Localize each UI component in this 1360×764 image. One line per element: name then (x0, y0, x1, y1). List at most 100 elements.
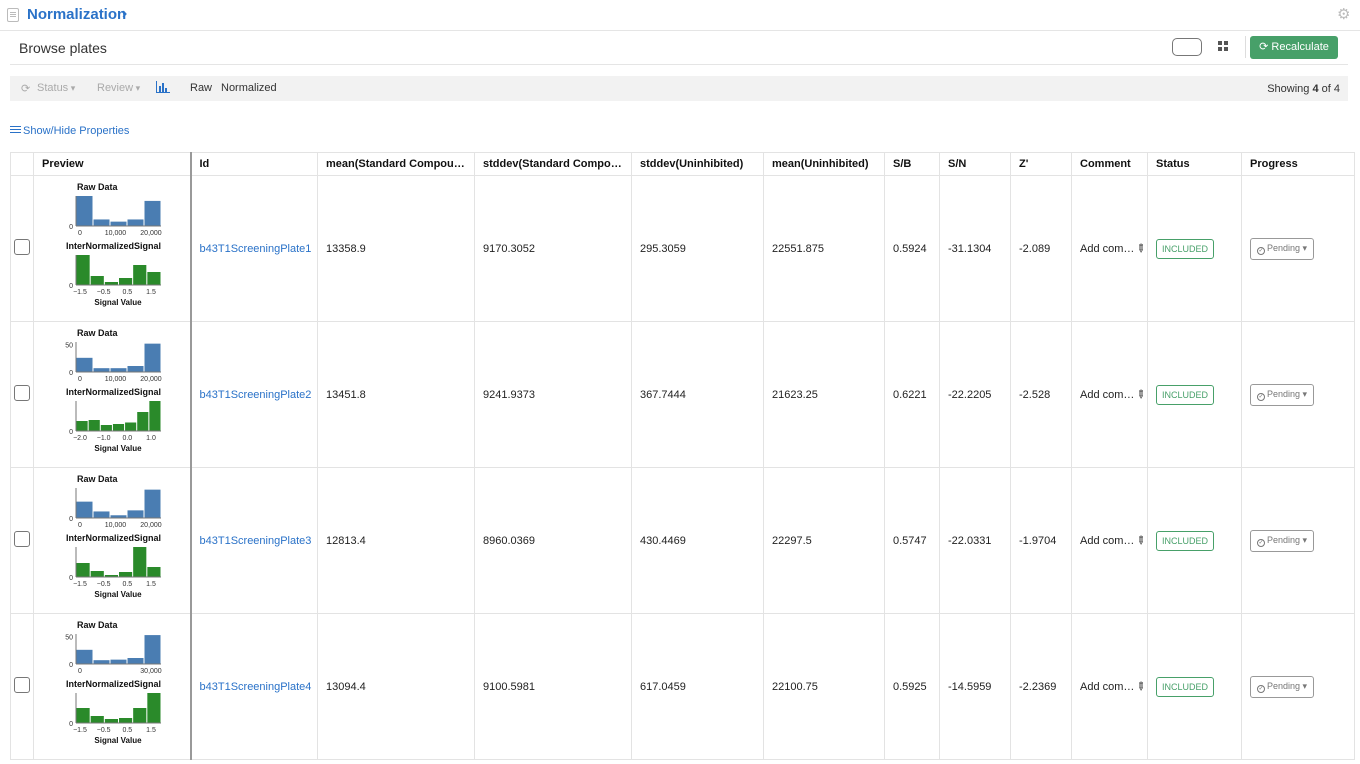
normalized-mode-button[interactable]: Normalized (221, 82, 277, 94)
id-cell[interactable]: b43T1ScreeningPlate4 (190, 613, 318, 760)
progress-dropdown[interactable]: ✓ Pending ▾ (1250, 675, 1315, 698)
z-cell: -2.528 (1010, 321, 1072, 468)
histogram-bar (127, 366, 144, 372)
comment-cell[interactable]: Add com…✎ (1071, 175, 1148, 322)
z-cell: -1.9704 (1010, 467, 1072, 614)
id-cell[interactable]: b43T1ScreeningPlate3 (190, 467, 318, 614)
show-hide-properties-link[interactable]: Show/Hide Properties (10, 125, 129, 137)
comment-cell[interactable]: Add com…✎ (1071, 613, 1148, 760)
status-badge[interactable]: INCLUDED (1156, 238, 1215, 259)
histogram-bar (110, 659, 127, 664)
check-circle-icon: ✓ (1257, 538, 1265, 547)
id-cell[interactable]: b43T1ScreeningPlate2 (190, 321, 318, 468)
col-sb[interactable]: S/B (884, 152, 940, 176)
app-grid-icon[interactable] (7, 8, 19, 22)
comment-text[interactable]: Add com… (1080, 389, 1134, 401)
chart-title: InterNormalizedSignal (66, 533, 161, 543)
top-bar: Normalization › ⚙ (0, 0, 1360, 31)
histogram-bar (93, 368, 110, 372)
chart-title: Raw Data (77, 474, 119, 484)
x-tick-label: 0 (78, 522, 82, 529)
comment-text[interactable]: Add com… (1080, 243, 1134, 255)
showing-count: Showing 4 of 4 (1267, 83, 1340, 95)
table-row[interactable]: Raw Data 0 0 10,000 20,000 InterNormalizedSig… (10, 467, 1355, 614)
comment-cell[interactable]: Add com…✎ (1071, 321, 1148, 468)
refresh-icon: ⟳ (1259, 41, 1269, 53)
mean-standard-cell: 13094.4 (317, 613, 475, 760)
comment-text[interactable]: Add com… (1080, 535, 1134, 547)
status-cell: INCLUDED (1147, 175, 1242, 322)
histogram-bar (127, 510, 144, 518)
progress-label: Pending (1267, 680, 1301, 691)
histogram-bar (144, 343, 161, 372)
progress-dropdown[interactable]: ✓ Pending ▾ (1250, 529, 1315, 552)
col-z[interactable]: Z' (1010, 152, 1072, 176)
x-tick-label: −2.0 (73, 435, 87, 442)
row-checkbox[interactable] (14, 385, 30, 401)
col-stddev-uninhibited[interactable]: stddev(Uninhibited) (631, 152, 764, 176)
x-axis-label: Signal Value (94, 590, 142, 599)
view-toggle[interactable] (1172, 38, 1202, 56)
comment-text[interactable]: Add com… (1080, 681, 1134, 693)
mean-uninhibited-cell: 22297.5 (763, 467, 885, 614)
x-tick-label: −0.5 (97, 727, 111, 734)
histogram-bar (144, 635, 161, 664)
histogram-bar (90, 571, 104, 577)
x-tick-label: 1.0 (146, 435, 156, 442)
x-tick-label: −0.5 (97, 289, 111, 296)
status-badge[interactable]: INCLUDED (1156, 384, 1215, 405)
progress-dropdown[interactable]: ✓ Pending ▾ (1250, 383, 1315, 406)
histogram-bar (127, 219, 144, 226)
col-id[interactable]: Id (190, 152, 318, 176)
status-filter[interactable]: Status (37, 82, 75, 94)
row-checkbox[interactable] (14, 677, 30, 693)
col-comment[interactable]: Comment (1071, 152, 1148, 176)
histogram: InterNormalizedSignal0−1.5 −0.5 0.5 1.5Sign… (66, 533, 161, 599)
col-mean-standard[interactable]: mean(Standard Compou… (317, 152, 475, 176)
histogram-bar (90, 716, 104, 723)
grid-view-icon[interactable] (1218, 41, 1228, 51)
z-cell: -2.2369 (1010, 613, 1072, 760)
status-badge[interactable]: INCLUDED (1156, 530, 1215, 551)
col-sn[interactable]: S/N (939, 152, 1011, 176)
col-progress[interactable]: Progress (1241, 152, 1355, 176)
col-status[interactable]: Status (1147, 152, 1242, 176)
table-row[interactable]: Raw Data 50 0 0 30,000 InterNormalizedSignal 0… (10, 613, 1355, 760)
col-preview[interactable]: Preview (33, 152, 192, 176)
id-cell[interactable]: b43T1ScreeningPlate1 (190, 175, 318, 322)
page-title[interactable]: Normalization (27, 6, 126, 23)
table-row[interactable]: Raw Data 0 0 10,000 20,000 InterNormalizedSig… (10, 175, 1355, 322)
row-select-cell (10, 175, 34, 322)
histogram-bar (76, 255, 90, 285)
x-tick-label: 10,000 (105, 376, 127, 383)
mean-uninhibited-cell: 22551.875 (763, 175, 885, 322)
stddev-standard-cell: 9170.3052 (474, 175, 632, 322)
table-row[interactable]: Raw Data 50 0 0 10,000 20,000 InterNormalizedS… (10, 321, 1355, 468)
row-checkbox[interactable] (14, 239, 30, 255)
comment-cell[interactable]: Add com…✎ (1071, 467, 1148, 614)
status-badge[interactable]: INCLUDED (1156, 676, 1215, 697)
x-tick-label: 1.5 (146, 289, 156, 296)
col-stddev-standard[interactable]: stddev(Standard Compo… (474, 152, 632, 176)
row-checkbox[interactable] (14, 531, 30, 547)
col-mean-uninhibited[interactable]: mean(Uninhibited) (763, 152, 885, 176)
gear-icon[interactable]: ⚙ (1337, 5, 1350, 23)
raw-mode-button[interactable]: Raw (190, 82, 212, 94)
chevron-right-icon[interactable]: › (122, 5, 127, 23)
preview-svg: Raw Data 00 10,000 20,000 InterNormalizedSig… (66, 182, 162, 307)
refresh-icon[interactable]: ⟳ (21, 82, 30, 95)
status-cell: INCLUDED (1147, 321, 1242, 468)
bar-chart-icon[interactable] (156, 81, 170, 93)
histogram-bar (137, 412, 149, 431)
chart-title: Raw Data (77, 620, 119, 630)
select-header (10, 152, 34, 176)
sb-cell: 0.5925 (884, 613, 940, 760)
histogram-bar (125, 422, 137, 431)
progress-dropdown[interactable]: ✓ Pending ▾ (1250, 237, 1315, 260)
review-filter[interactable]: Review (97, 82, 140, 94)
chart-title: InterNormalizedSignal (66, 387, 161, 397)
recalculate-button[interactable]: ⟳ Recalculate (1250, 36, 1338, 59)
histogram-bar (93, 660, 110, 664)
preview-charts: Raw Data 0 0 10,000 20,000 InterNormalizedSig… (34, 468, 182, 613)
check-circle-icon: ✓ (1257, 684, 1265, 693)
